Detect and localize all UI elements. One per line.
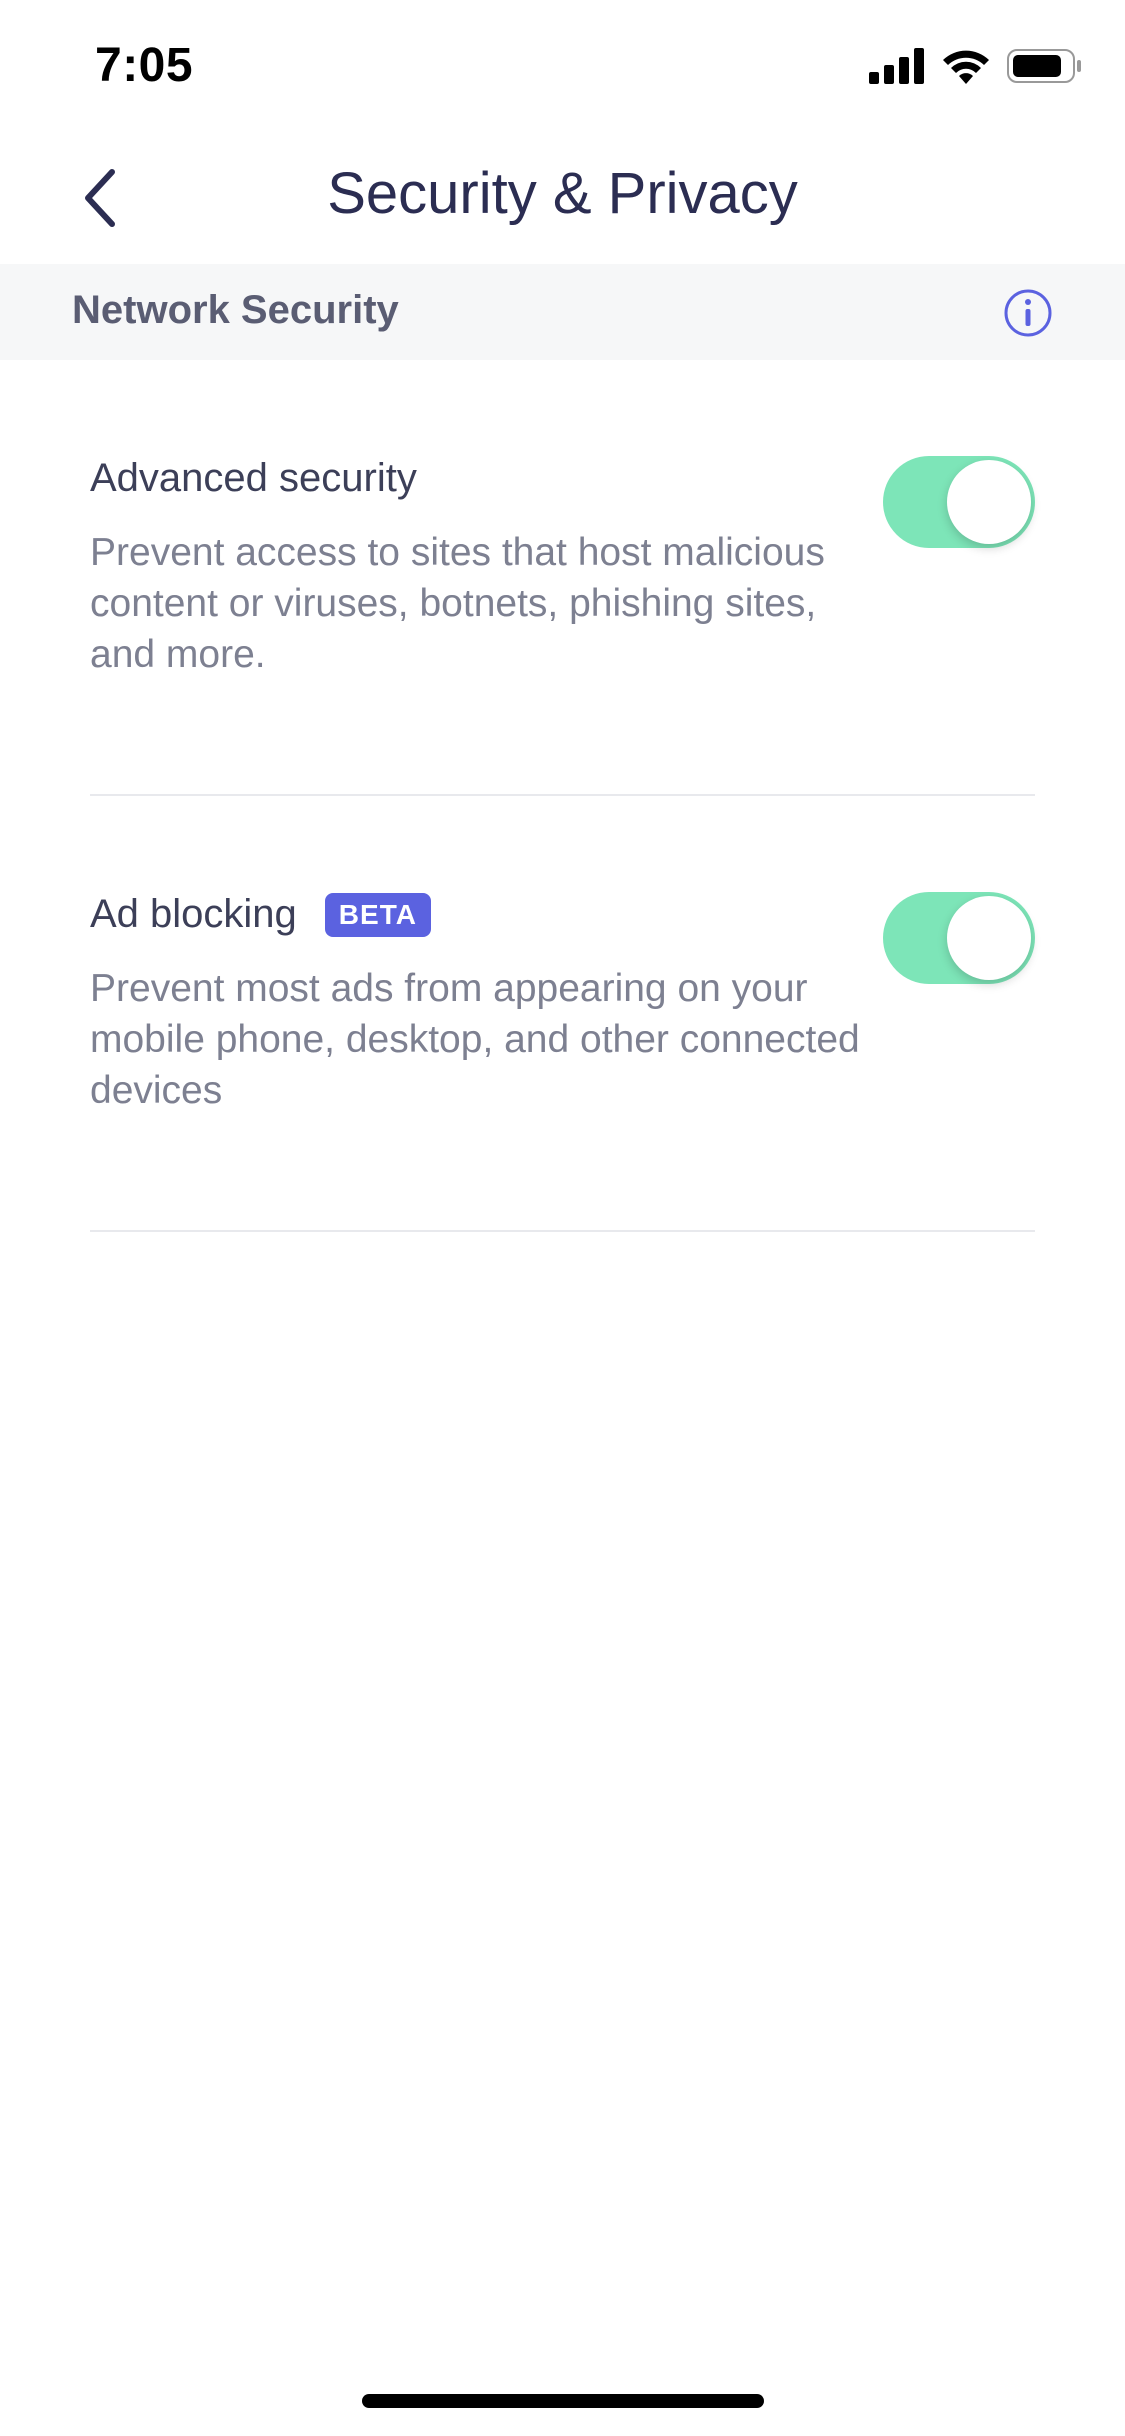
navigation-bar: Security & Privacy	[0, 132, 1125, 264]
beta-badge: BETA	[324, 892, 431, 937]
status-time: 7:05	[95, 39, 194, 92]
section-title: Network Security	[72, 288, 399, 332]
status-icons	[869, 48, 1083, 89]
setting-description: Prevent most ads from appearing on your …	[90, 967, 860, 1112]
setting-title: Ad blocking	[90, 892, 297, 936]
security-privacy-screen: 7:05 Security & Privacy Network Security…	[0, 0, 1125, 2436]
info-icon	[1003, 289, 1053, 342]
toggle-knob	[947, 460, 1031, 544]
divider	[90, 794, 1035, 796]
setting-advanced-security: Advanced security Prevent access to site…	[90, 456, 1035, 680]
page-title: Security & Privacy	[327, 161, 798, 226]
advanced-security-toggle[interactable]	[883, 456, 1035, 548]
toggle-knob	[947, 896, 1031, 980]
section-header: Network Security	[0, 264, 1125, 360]
setting-title: Advanced security	[90, 456, 417, 500]
divider	[90, 1230, 1035, 1232]
info-button[interactable]	[1003, 288, 1053, 338]
status-bar: 7:05	[0, 0, 1125, 132]
cellular-signal-icon	[869, 48, 925, 89]
setting-description: Prevent access to sites that host malici…	[90, 531, 825, 676]
setting-ad-blocking: Ad blocking BETA Prevent most ads from a…	[90, 892, 1035, 1116]
ad-blocking-toggle[interactable]	[883, 892, 1035, 984]
wifi-icon	[941, 48, 991, 89]
home-indicator	[362, 2394, 764, 2408]
battery-icon	[1007, 48, 1083, 89]
